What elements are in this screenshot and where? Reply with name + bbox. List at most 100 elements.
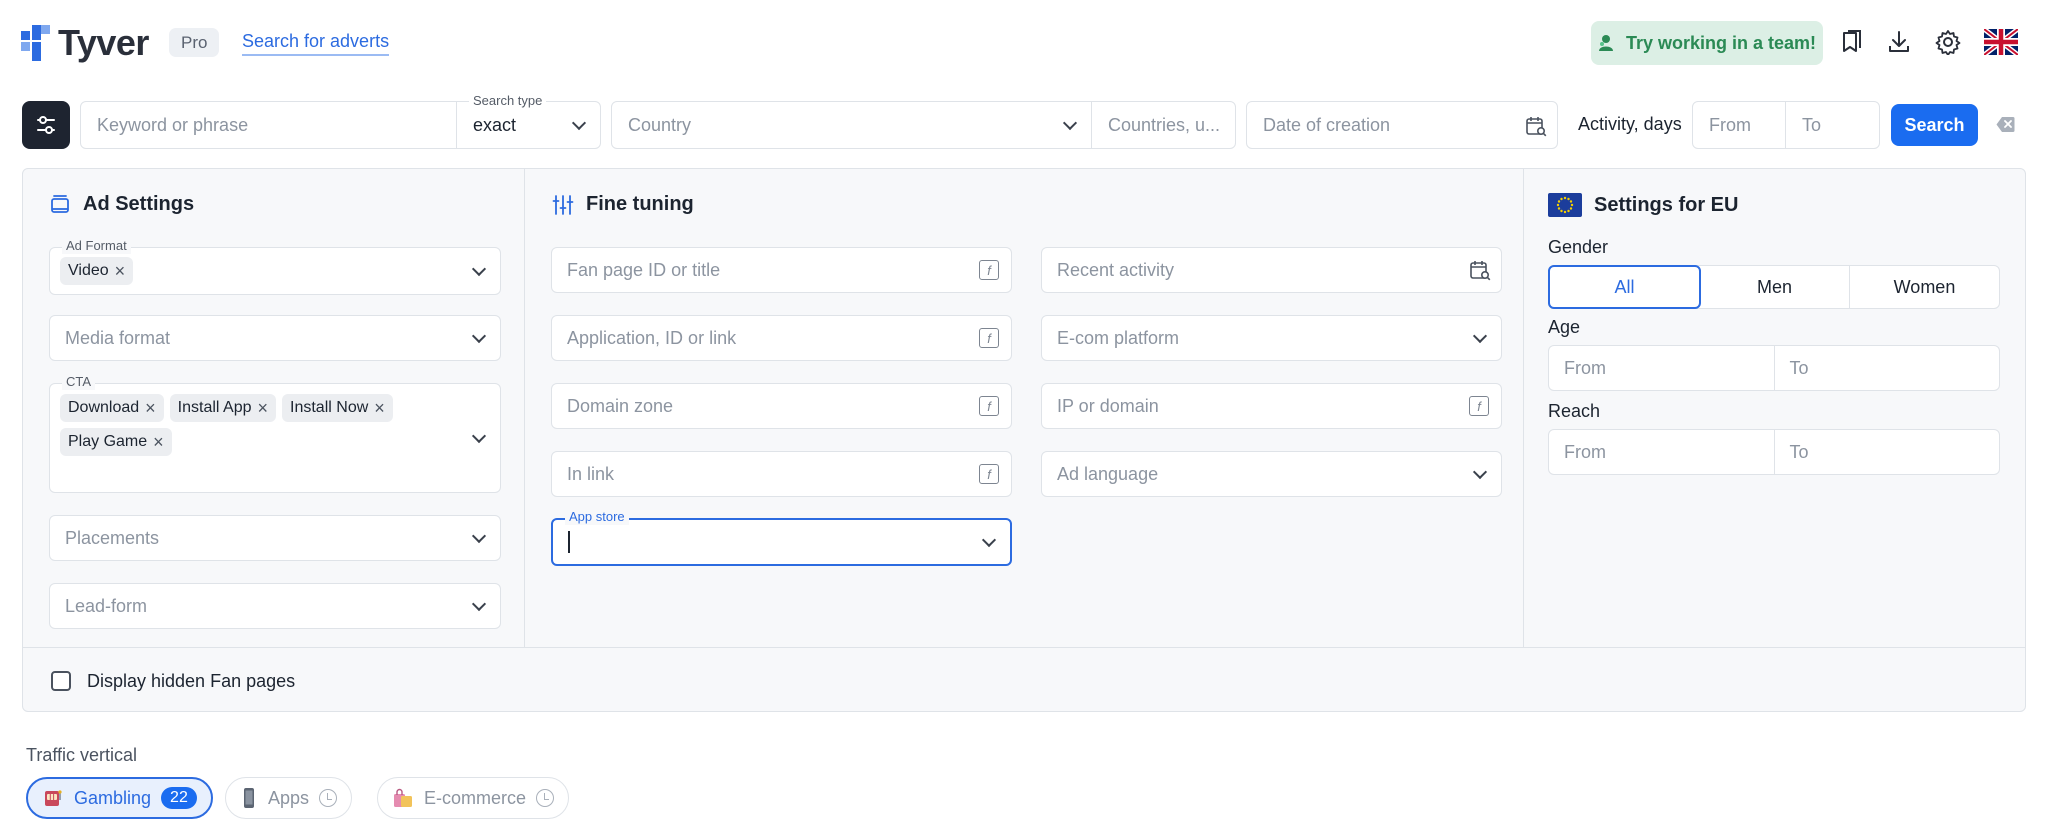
hidden-fan-pages-checkbox[interactable] — [51, 671, 71, 691]
in-link-input[interactable]: In link f — [551, 451, 1012, 497]
ad-format-select[interactable]: Ad Format Video × — [49, 238, 501, 295]
function-icon: f — [1469, 396, 1489, 416]
traffic-pill-gambling[interactable]: Gambling 22 — [26, 777, 213, 819]
calendar-search-icon[interactable] — [1469, 259, 1491, 281]
pro-badge: Pro — [169, 28, 220, 57]
application-placeholder: Application, ID or link — [567, 327, 737, 348]
ad-language-select[interactable]: Ad language — [1041, 451, 1502, 497]
countries-input[interactable]: Countries, u... — [1091, 101, 1236, 149]
function-icon: f — [979, 396, 999, 416]
activity-to-placeholder: To — [1802, 114, 1822, 135]
chip-remove-icon[interactable]: × — [145, 399, 156, 417]
placements-select[interactable]: Placements — [49, 515, 501, 561]
cta-chip-play-game[interactable]: Play Game × — [60, 428, 172, 456]
ecom-platform-select[interactable]: E-com platform — [1041, 315, 1502, 361]
search-type-select[interactable]: Search type exact — [456, 93, 601, 149]
domain-zone-input[interactable]: Domain zone f — [551, 383, 1012, 429]
function-icon: f — [979, 328, 999, 348]
activity-from-placeholder: From — [1709, 114, 1751, 135]
gender-segmented-control: All Men Women — [1548, 265, 2000, 309]
lead-form-select[interactable]: Lead-form — [49, 583, 501, 629]
reach-label: Reach — [1548, 401, 1601, 421]
hidden-fan-pages-label: Display hidden Fan pages — [87, 671, 296, 691]
filters-toggle-button[interactable] — [22, 101, 70, 149]
traffic-pill-label: Apps — [268, 787, 310, 808]
cta-chip-download[interactable]: Download × — [60, 394, 164, 422]
chevron-down-icon — [471, 528, 487, 544]
logo-mark-icon — [21, 25, 50, 61]
chip-label: Video — [68, 262, 109, 279]
chip-remove-icon[interactable]: × — [258, 399, 269, 417]
date-of-creation-input[interactable]: Date of creation — [1246, 101, 1558, 149]
media-format-select[interactable]: Media format — [49, 315, 501, 361]
recent-activity-placeholder: Recent activity — [1057, 259, 1175, 280]
lead-form-placeholder: Lead-form — [65, 595, 148, 616]
keyword-input[interactable]: Keyword or phrase — [80, 101, 457, 149]
fine-tuning-title: Fine tuning — [586, 193, 694, 215]
fan-page-placeholder: Fan page ID or title — [567, 259, 721, 280]
chevron-down-icon — [1472, 328, 1488, 344]
reach-to-input[interactable]: To — [1775, 430, 2000, 474]
column-divider — [524, 169, 525, 647]
age-from-input[interactable]: From — [1549, 346, 1775, 390]
traffic-pill-apps[interactable]: Apps — [225, 777, 353, 819]
function-icon: f — [979, 464, 999, 484]
ad-window-icon — [51, 194, 69, 213]
countries-placeholder: Countries, u... — [1108, 114, 1221, 135]
clock-icon — [319, 789, 338, 807]
age-to-input[interactable]: To — [1775, 346, 2000, 390]
app-store-select[interactable]: App store — [551, 509, 1012, 566]
reach-from-input[interactable]: From — [1549, 430, 1775, 474]
ad-format-chip-video[interactable]: Video × — [60, 257, 134, 285]
settings-gear-icon[interactable] — [1935, 29, 1961, 55]
cta-label: CTA — [62, 374, 96, 390]
slot-machine-icon — [45, 790, 62, 806]
try-team-button[interactable]: Try working in a team! — [1591, 21, 1823, 65]
activity-days-label: Activity, days — [1578, 114, 1682, 134]
download-icon[interactable] — [1886, 29, 1912, 55]
chip-remove-icon[interactable]: × — [115, 262, 126, 280]
ip-domain-input[interactable]: IP or domain f — [1041, 383, 1502, 429]
column-divider — [1523, 169, 1524, 647]
chevron-down-icon — [471, 596, 487, 612]
traffic-pill-label: Gambling — [74, 787, 152, 808]
logo[interactable]: Tyver — [21, 22, 149, 64]
calendar-search-icon[interactable] — [1525, 115, 1547, 137]
search-button[interactable]: Search — [1891, 104, 1978, 146]
country-select[interactable]: Country — [611, 101, 1092, 149]
traffic-vertical-label: Traffic vertical — [26, 745, 138, 765]
recent-activity-input[interactable]: Recent activity — [1041, 247, 1502, 293]
clear-search-icon[interactable] — [1996, 116, 2015, 133]
chevron-down-icon — [1472, 464, 1488, 480]
cta-select[interactable]: CTA Download × Install App × Install Now × … — [49, 374, 501, 493]
ecom-platform-placeholder: E-com platform — [1057, 327, 1180, 348]
fan-page-input[interactable]: Fan page ID or title f — [551, 247, 1012, 293]
placements-placeholder: Placements — [65, 527, 160, 548]
chevron-down-icon — [471, 261, 487, 277]
ad-language-placeholder: Ad language — [1057, 463, 1159, 484]
activity-from-input[interactable]: From — [1692, 101, 1786, 149]
domain-zone-placeholder: Domain zone — [567, 395, 674, 416]
chip-remove-icon[interactable]: × — [153, 433, 164, 451]
uk-flag-icon[interactable] — [1984, 29, 2018, 55]
search-adverts-link[interactable]: Search for adverts — [242, 31, 390, 56]
activity-to-input[interactable]: To — [1785, 101, 1880, 149]
ad-settings-heading: Ad Settings — [49, 193, 194, 216]
reach-range: From To — [1548, 429, 2000, 475]
gender-option-men[interactable]: Men — [1700, 266, 1850, 308]
chevron-down-icon — [981, 532, 997, 548]
phone-icon — [244, 788, 254, 808]
bookmarks-icon[interactable] — [1838, 29, 1864, 55]
chip-remove-icon[interactable]: × — [374, 399, 385, 417]
chip-label: Install Now — [290, 399, 369, 416]
gender-option-women[interactable]: Women — [1850, 266, 1999, 308]
application-input[interactable]: Application, ID or link f — [551, 315, 1012, 361]
filters-panel: Ad Settings Ad Format Video × Media form… — [22, 168, 2026, 712]
traffic-pill-ecommerce[interactable]: E-commerce — [377, 777, 570, 819]
gender-option-all[interactable]: All — [1548, 265, 1701, 309]
traffic-pill-label: E-commerce — [424, 787, 527, 808]
cta-chip-install-app[interactable]: Install App × — [169, 394, 277, 422]
keyword-placeholder: Keyword or phrase — [97, 114, 249, 135]
cta-chip-install-now[interactable]: Install Now × — [282, 394, 393, 422]
ad-settings-title: Ad Settings — [83, 193, 195, 215]
